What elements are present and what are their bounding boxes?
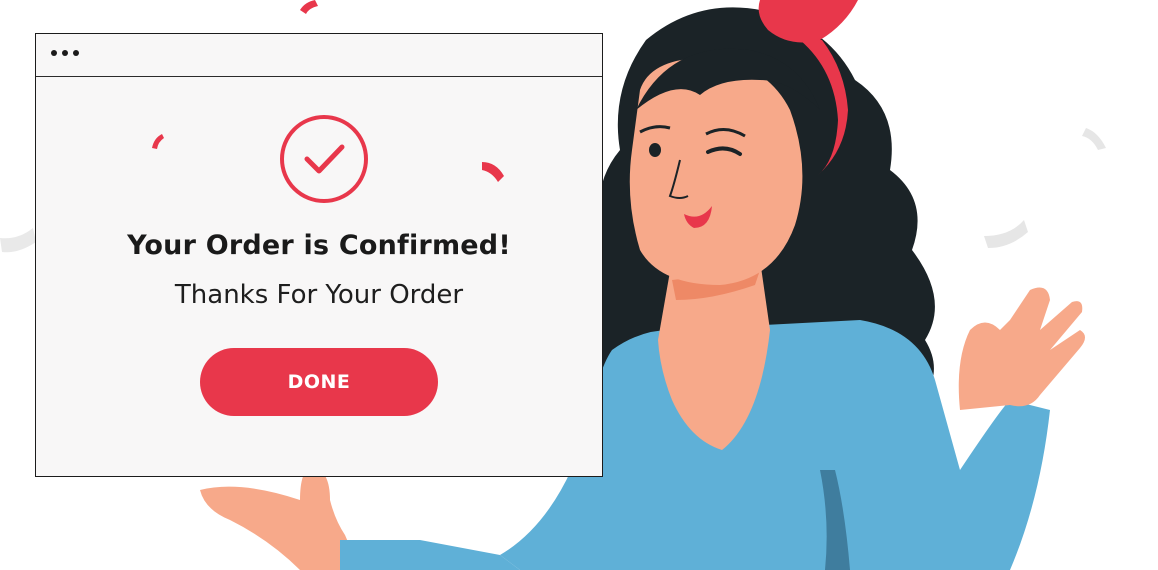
hand-present — [200, 466, 360, 570]
confirmation-subtitle: Thanks For Your Order — [174, 280, 464, 310]
confirmation-title: Your Order is Confirmed! — [127, 230, 511, 261]
checkmark-circle-icon — [280, 115, 368, 203]
confetti-piece — [0, 228, 36, 253]
confirmation-window: Your Order is Confirmed! Thanks For Your… — [35, 33, 603, 477]
done-button[interactable]: DONE — [200, 348, 438, 416]
hand-ok — [958, 287, 1085, 410]
eye-left — [649, 143, 661, 157]
confetti-piece — [482, 162, 504, 182]
order-confirmed-scene: Your Order is Confirmed! Thanks For Your… — [0, 0, 1158, 570]
confetti-piece — [1082, 128, 1106, 150]
sleeve-left — [340, 540, 520, 570]
confetti-piece — [152, 134, 164, 149]
confetti-piece — [984, 220, 1028, 248]
confetti-piece — [300, 0, 318, 14]
